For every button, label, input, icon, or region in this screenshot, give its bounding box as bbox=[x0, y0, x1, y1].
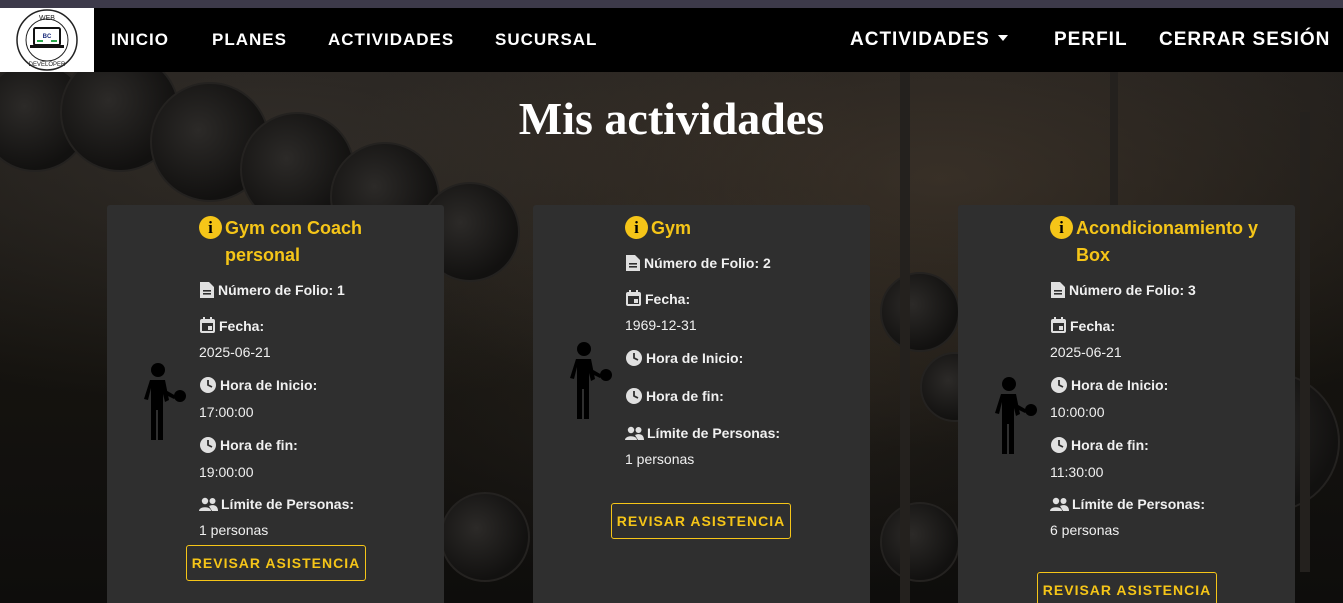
folio-row: Número de Folio: 3 bbox=[1050, 281, 1290, 299]
clock-icon bbox=[626, 350, 642, 366]
clock-icon bbox=[1051, 377, 1067, 393]
logo-icon: WEB DEVELOPER BC bbox=[16, 9, 78, 71]
inicio-row: Hora de Inicio: bbox=[625, 349, 865, 367]
folio-label: Número de Folio: bbox=[1069, 282, 1185, 298]
revisar-asistencia-button[interactable]: REVISAR ASISTENCIA bbox=[1037, 572, 1217, 603]
nav-actividades[interactable]: ACTIVIDADES bbox=[328, 30, 454, 50]
fecha-value: 1969-12-31 bbox=[625, 317, 697, 333]
inicio-label: Hora de Inicio: bbox=[220, 377, 318, 393]
fecha-label: Fecha: bbox=[1070, 317, 1116, 334]
card-title-text: Acondicionamiento y Box bbox=[1076, 218, 1259, 265]
activity-card: i Acondicionamiento y Box Número de Foli… bbox=[958, 205, 1295, 603]
svg-text:DEVELOPER: DEVELOPER bbox=[29, 62, 66, 68]
clock-icon bbox=[200, 437, 216, 453]
navbar: WEB DEVELOPER BC INICIO PLANES ACTIVIDAD… bbox=[0, 8, 1343, 72]
nav-cerrar-sesion[interactable]: CERRAR SESIÓN bbox=[1159, 29, 1330, 51]
fecha-value: 2025-06-21 bbox=[199, 344, 271, 360]
document-icon bbox=[200, 282, 214, 298]
limite-label: Límite de Personas: bbox=[1072, 496, 1206, 512]
nav-actividades-dropdown[interactable]: ACTIVIDADES bbox=[850, 29, 1008, 51]
card-title: i Gym bbox=[625, 215, 865, 242]
people-icon bbox=[199, 497, 218, 511]
info-icon: i bbox=[1050, 216, 1073, 239]
card-title: i Gym con Coach personal bbox=[199, 215, 439, 269]
revisar-asistencia-button[interactable]: REVISAR ASISTENCIA bbox=[611, 503, 791, 539]
limite-value: 1 personas bbox=[625, 451, 695, 467]
inicio-value: 10:00:00 bbox=[1050, 404, 1105, 420]
calendar-icon bbox=[1051, 317, 1066, 333]
folio-row: Número de Folio: 2 bbox=[625, 254, 865, 272]
info-icon: i bbox=[625, 216, 648, 239]
clock-icon bbox=[626, 388, 642, 404]
card-title: i Acondicionamiento y Box bbox=[1050, 215, 1290, 269]
limite-row: Límite de Personas: bbox=[625, 425, 865, 441]
svg-text:WEB: WEB bbox=[39, 15, 55, 22]
fin-label: Hora de fin: bbox=[220, 437, 298, 453]
folio-label: Número de Folio: bbox=[218, 282, 334, 298]
fecha-row: Fecha: bbox=[199, 317, 439, 334]
card-title-text: Gym bbox=[651, 218, 692, 238]
nav-inicio[interactable]: INICIO bbox=[111, 30, 169, 50]
page-title: Mis actividades bbox=[518, 93, 825, 144]
top-strip bbox=[0, 0, 1343, 8]
person-ball-icon bbox=[144, 363, 186, 440]
revisar-asistencia-button[interactable]: REVISAR ASISTENCIA bbox=[186, 545, 366, 581]
document-icon bbox=[1051, 282, 1065, 298]
fecha-label: Fecha: bbox=[219, 317, 265, 334]
info-icon: i bbox=[199, 216, 222, 239]
fin-label: Hora de fin: bbox=[646, 388, 724, 404]
inicio-label: Hora de Inicio: bbox=[646, 350, 744, 366]
calendar-icon bbox=[200, 317, 215, 333]
limite-value: 6 personas bbox=[1050, 522, 1120, 538]
folio-value: 1 bbox=[337, 282, 345, 298]
clock-icon bbox=[1051, 437, 1067, 453]
fecha-row: Fecha: bbox=[625, 290, 865, 307]
folio-label: Número de Folio: bbox=[644, 255, 760, 271]
activity-card: i Gym con Coach personal Número de Folio… bbox=[107, 205, 444, 603]
dropdown-label: ACTIVIDADES bbox=[850, 29, 990, 50]
fin-row: Hora de fin: bbox=[625, 387, 865, 405]
fin-label: Hora de fin: bbox=[1071, 437, 1149, 453]
fecha-value: 2025-06-21 bbox=[1050, 344, 1122, 360]
limite-row: Límite de Personas: bbox=[199, 496, 439, 512]
svg-text:BC: BC bbox=[43, 34, 52, 40]
people-icon bbox=[625, 426, 644, 440]
caret-down-icon bbox=[997, 35, 1008, 42]
person-ball-icon bbox=[570, 342, 612, 419]
fin-row: Hora de fin: bbox=[1050, 436, 1290, 454]
folio-value: 3 bbox=[1188, 282, 1196, 298]
nav-sucursal[interactable]: SUCURSAL bbox=[495, 30, 597, 50]
clock-icon bbox=[200, 377, 216, 393]
nav-planes[interactable]: PLANES bbox=[212, 30, 287, 50]
limite-label: Límite de Personas: bbox=[647, 425, 781, 441]
fin-value: 19:00:00 bbox=[199, 464, 254, 480]
logo[interactable]: WEB DEVELOPER BC bbox=[0, 8, 94, 72]
calendar-icon bbox=[626, 290, 641, 306]
limite-row: Límite de Personas: bbox=[1050, 496, 1290, 512]
inicio-row: Hora de Inicio: bbox=[199, 376, 439, 394]
card-title-text: Gym con Coach personal bbox=[225, 218, 363, 265]
inicio-value: 17:00:00 bbox=[199, 404, 254, 420]
document-icon bbox=[626, 255, 640, 271]
limite-label: Límite de Personas: bbox=[221, 496, 355, 512]
fin-value: 11:30:00 bbox=[1050, 464, 1104, 480]
people-icon bbox=[1050, 497, 1069, 511]
folio-row: Número de Folio: 1 bbox=[199, 281, 439, 299]
inicio-label: Hora de Inicio: bbox=[1071, 377, 1169, 393]
fin-row: Hora de fin: bbox=[199, 436, 439, 454]
fecha-label: Fecha: bbox=[645, 290, 691, 307]
fecha-row: Fecha: bbox=[1050, 317, 1290, 334]
inicio-row: Hora de Inicio: bbox=[1050, 376, 1290, 394]
activity-card: i Gym Número de Folio: 2 Fecha: 1969-12-… bbox=[533, 205, 870, 603]
nav-perfil[interactable]: PERFIL bbox=[1054, 29, 1128, 51]
folio-value: 2 bbox=[763, 255, 771, 271]
limite-value: 1 personas bbox=[199, 522, 269, 538]
person-ball-icon bbox=[995, 377, 1037, 454]
